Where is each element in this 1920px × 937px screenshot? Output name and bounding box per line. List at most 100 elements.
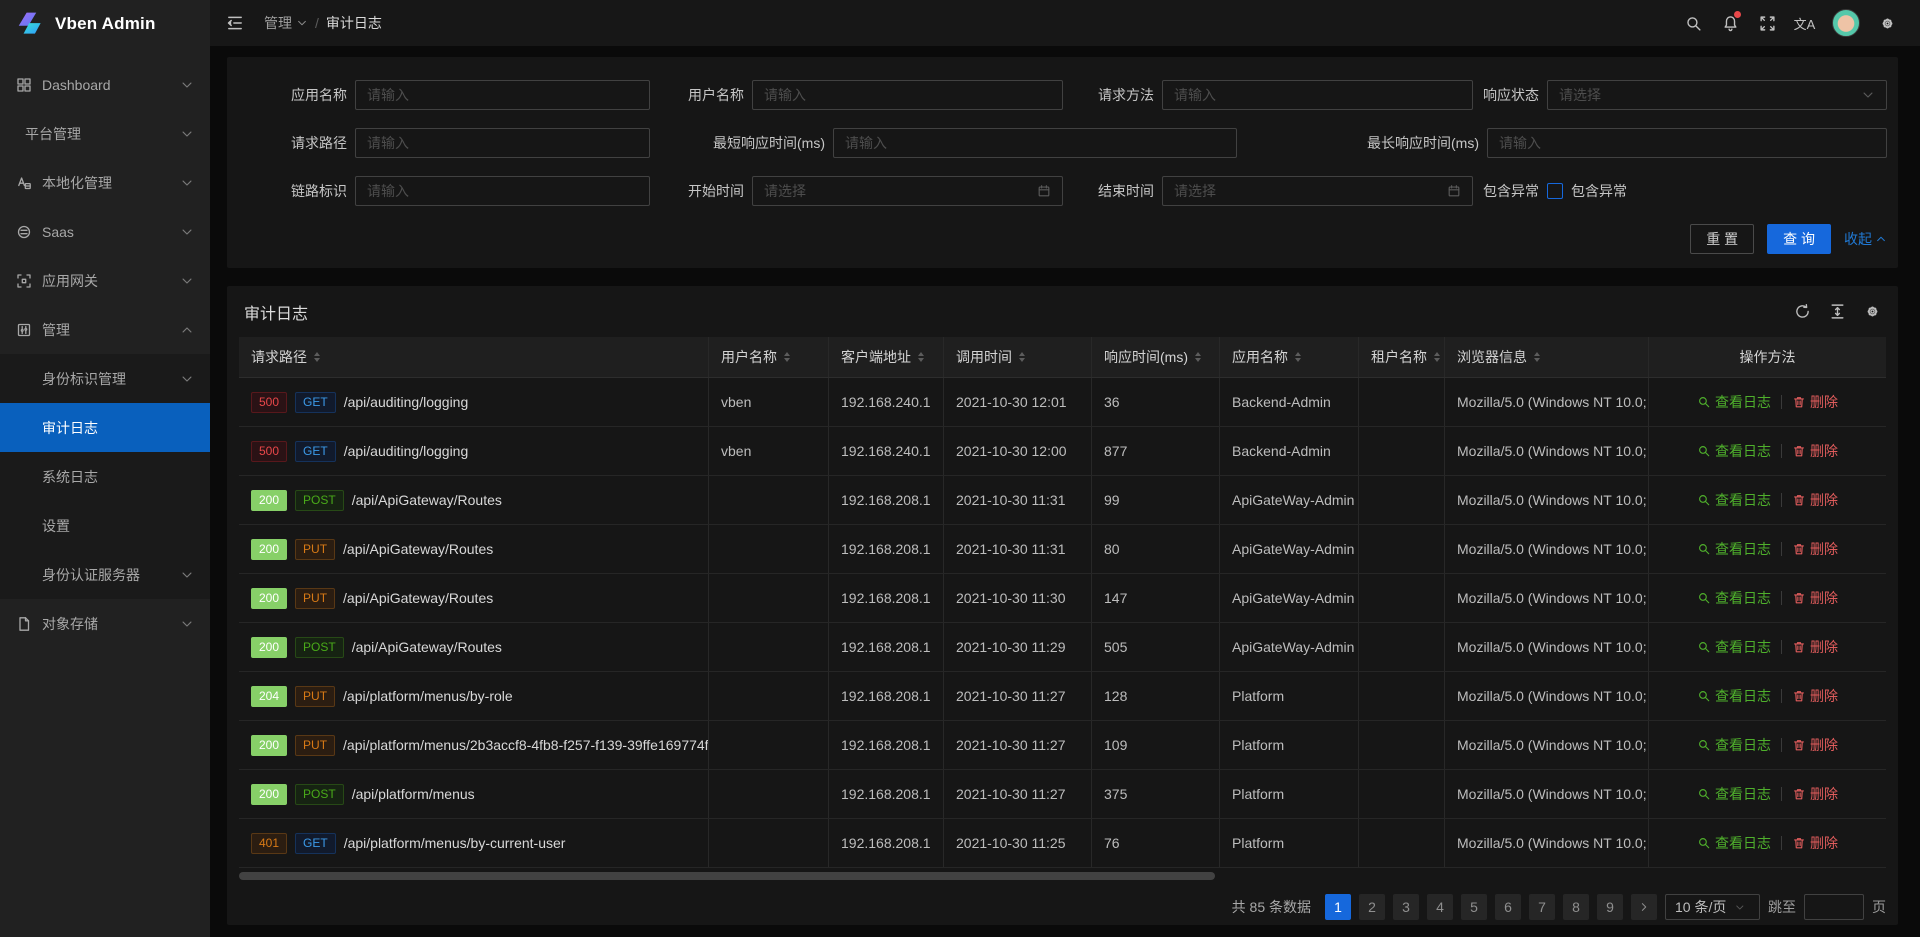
delete-button[interactable]: 删除 — [1792, 588, 1838, 608]
cell-duration: 99 — [1092, 476, 1220, 524]
view-log-label: 查看日志 — [1715, 784, 1771, 804]
view-log-button[interactable]: 查看日志 — [1697, 637, 1771, 657]
delete-button[interactable]: 删除 — [1792, 735, 1838, 755]
cell-time: 2021-10-30 11:27 — [944, 672, 1092, 720]
column-header-client[interactable]: 客户端地址 — [829, 337, 944, 377]
page-button-1[interactable]: 1 — [1325, 894, 1351, 920]
column-header-app[interactable]: 应用名称 — [1220, 337, 1359, 377]
avatar[interactable] — [1832, 9, 1860, 37]
sidebar-item-app-gateway[interactable]: 应用网关 — [0, 256, 210, 305]
table-row: 200PUT/api/platform/menus/2b3accf8-4fb8-… — [239, 721, 1886, 770]
delete-button[interactable]: 删除 — [1792, 833, 1838, 853]
sidebar-item-localization-management[interactable]: 本地化管理 — [0, 158, 210, 207]
cell-client: 192.168.208.1 — [829, 623, 944, 671]
cell-app: Platform — [1220, 770, 1359, 818]
page-button-7[interactable]: 7 — [1529, 894, 1555, 920]
sidebar-item-system-log[interactable]: 系统日志 — [0, 452, 210, 501]
sidebar-item-identity-server[interactable]: 身份认证服务器 — [0, 550, 210, 599]
page-button-9[interactable]: 9 — [1597, 894, 1623, 920]
gear-icon[interactable] — [1869, 0, 1906, 46]
view-log-button[interactable]: 查看日志 — [1697, 441, 1771, 461]
column-header-label: 浏览器信息 — [1457, 347, 1527, 367]
request-path-input[interactable] — [355, 128, 650, 158]
search-button[interactable]: 查 询 — [1767, 224, 1831, 254]
sort-icon — [314, 352, 320, 362]
collapse-link[interactable]: 收起 — [1844, 229, 1887, 249]
sidebar-item-audit-log[interactable]: 审计日志 — [0, 403, 210, 452]
delete-button[interactable]: 删除 — [1792, 784, 1838, 804]
reset-button[interactable]: 重 置 — [1690, 224, 1754, 254]
bell-icon[interactable] — [1712, 0, 1749, 46]
sort-icon — [784, 352, 790, 362]
view-log-button[interactable]: 查看日志 — [1697, 833, 1771, 853]
table-row: 200POST/api/platform/menus192.168.208.12… — [239, 770, 1886, 819]
search-icon[interactable] — [1675, 0, 1712, 46]
sidebar-item-object-storage[interactable]: 对象存储 — [0, 599, 210, 648]
view-log-button[interactable]: 查看日志 — [1697, 392, 1771, 412]
delete-label: 删除 — [1810, 833, 1838, 853]
cell-time: 2021-10-30 11:25 — [944, 819, 1092, 867]
page-button-8[interactable]: 8 — [1563, 894, 1589, 920]
view-log-button[interactable]: 查看日志 — [1697, 686, 1771, 706]
page-button-5[interactable]: 5 — [1461, 894, 1487, 920]
app-name-input[interactable] — [355, 80, 650, 110]
sort-icon — [1195, 352, 1201, 362]
has-exception-checkbox[interactable] — [1547, 183, 1563, 199]
page-size-select[interactable]: 10 条/页 — [1665, 894, 1760, 920]
trace-id-input[interactable] — [355, 176, 650, 206]
search-icon — [1697, 542, 1711, 556]
page-button-2[interactable]: 2 — [1359, 894, 1385, 920]
response-status-select[interactable]: 请选择 — [1547, 80, 1887, 110]
settings-icon[interactable] — [1864, 303, 1881, 320]
column-header-user[interactable]: 用户名称 — [709, 337, 829, 377]
user-name-input[interactable] — [752, 80, 1063, 110]
min-response-time-input[interactable] — [833, 128, 1237, 158]
view-log-button[interactable]: 查看日志 — [1697, 490, 1771, 510]
scrollbar-thumb[interactable] — [239, 872, 1215, 880]
column-height-icon[interactable] — [1829, 303, 1846, 320]
start-time-picker[interactable]: 请选择 — [752, 176, 1063, 206]
sidebar-item-platform-management[interactable]: 平台管理 — [0, 109, 210, 158]
action-divider — [1781, 836, 1782, 850]
jump-page-input[interactable] — [1804, 894, 1864, 920]
delete-button[interactable]: 删除 — [1792, 441, 1838, 461]
sidebar-item-settings[interactable]: 设置 — [0, 501, 210, 550]
menu-fold-icon[interactable] — [226, 14, 244, 32]
sidebar-item-management[interactable]: 管理 — [0, 305, 210, 354]
column-header-tenant[interactable]: 租户名称 — [1359, 337, 1445, 377]
next-page-button[interactable] — [1631, 894, 1657, 920]
view-log-button[interactable]: 查看日志 — [1697, 784, 1771, 804]
logo[interactable]: Vben Admin — [0, 0, 210, 48]
page-button-3[interactable]: 3 — [1393, 894, 1419, 920]
fullscreen-icon[interactable] — [1749, 0, 1786, 46]
view-log-button[interactable]: 查看日志 — [1697, 539, 1771, 559]
sidebar-item-dashboard[interactable]: Dashboard — [0, 60, 210, 109]
cell-path: 401GET/api/platform/menus/by-current-use… — [239, 819, 709, 867]
filter-card: 应用名称 用户名称 请求方法 响应状态 请选择 — [227, 57, 1898, 268]
translate-icon[interactable]: 文A — [1786, 0, 1823, 46]
view-log-button[interactable]: 查看日志 — [1697, 588, 1771, 608]
page-button-4[interactable]: 4 — [1427, 894, 1453, 920]
delete-button[interactable]: 删除 — [1792, 686, 1838, 706]
sidebar-item-saas[interactable]: Saas — [0, 207, 210, 256]
breadcrumb-level1[interactable]: 管理 — [264, 13, 308, 33]
column-header-duration[interactable]: 响应时间(ms) — [1092, 337, 1220, 377]
delete-button[interactable]: 删除 — [1792, 637, 1838, 657]
request-path-text: /api/platform/menus — [352, 786, 475, 802]
column-header-time[interactable]: 调用时间 — [944, 337, 1092, 377]
notification-dot — [1734, 11, 1741, 18]
view-log-button[interactable]: 查看日志 — [1697, 735, 1771, 755]
cell-time: 2021-10-30 11:31 — [944, 525, 1092, 573]
delete-button[interactable]: 删除 — [1792, 539, 1838, 559]
sidebar-item-identity-management[interactable]: 身份标识管理 — [0, 354, 210, 403]
delete-button[interactable]: 删除 — [1792, 490, 1838, 510]
max-response-time-input[interactable] — [1487, 128, 1887, 158]
cell-tenant — [1359, 623, 1445, 671]
delete-button[interactable]: 删除 — [1792, 392, 1838, 412]
column-header-browser[interactable]: 浏览器信息 — [1445, 337, 1649, 377]
cell-path: 200PUT/api/ApiGateway/Routes — [239, 525, 709, 573]
refresh-icon[interactable] — [1794, 303, 1811, 320]
delete-label: 删除 — [1810, 735, 1838, 755]
column-header-path[interactable]: 请求路径 — [239, 337, 709, 377]
page-button-6[interactable]: 6 — [1495, 894, 1521, 920]
